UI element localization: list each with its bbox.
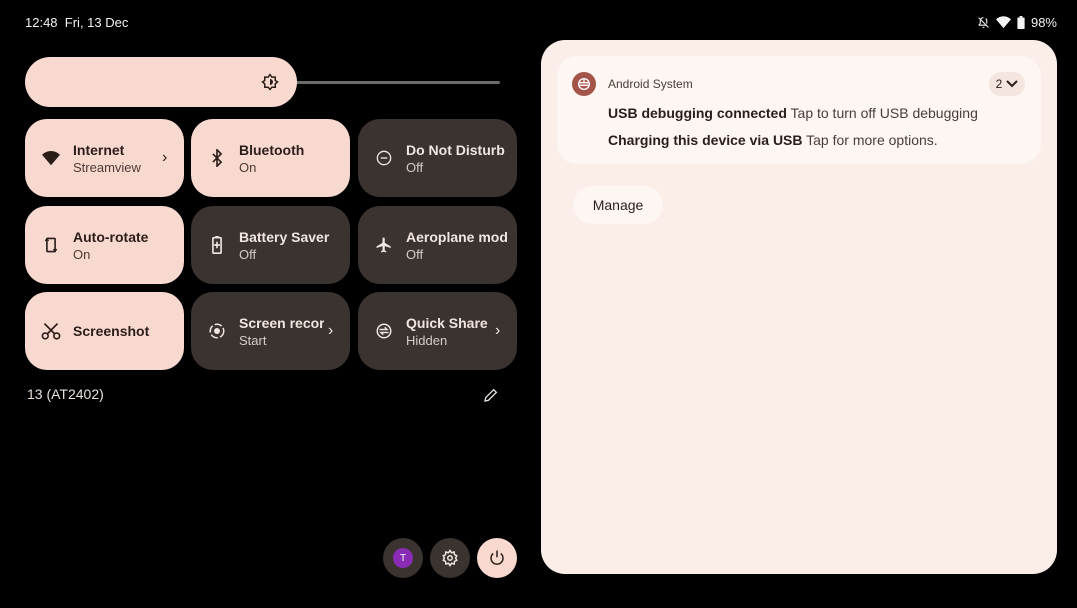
tile-label: Screen record [239, 314, 324, 331]
tile-internet[interactable]: Internet Streamview › [25, 119, 184, 197]
notification-count: 2 [995, 77, 1003, 91]
battery-icon [1017, 16, 1025, 29]
tile-label: Bluetooth [239, 141, 305, 158]
brightness-slider-track[interactable] [290, 81, 500, 84]
notification-card[interactable]: Android System 2 USB debugging connected… [557, 56, 1041, 164]
brightness-icon [261, 73, 279, 91]
tile-label: Auto-rotate [73, 228, 149, 245]
tile-state: Off [406, 246, 424, 262]
notification-line-usb-debugging[interactable]: USB debugging connected Tap to turn off … [608, 105, 978, 121]
rotate-icon [41, 235, 61, 255]
tile-auto-rotate[interactable]: Auto-rotate On [25, 206, 184, 284]
airplane-icon [374, 235, 394, 255]
notification-app-name: Android System [608, 77, 693, 91]
chevron-right-icon: › [328, 322, 334, 339]
tile-screen-record[interactable]: Screen record Start › [191, 292, 350, 370]
bluetooth-icon [207, 148, 227, 168]
notification-text: Tap to turn off USB debugging [790, 105, 978, 121]
gear-icon [442, 549, 458, 567]
tile-screenshot[interactable]: Screenshot [25, 292, 184, 370]
notification-text: Tap for more options. [806, 132, 938, 148]
battery-saver-icon [207, 235, 227, 255]
screen-record-icon [207, 321, 227, 341]
tile-label: Quick Share [406, 314, 488, 331]
notifications-off-icon [978, 17, 989, 28]
tile-state: Hidden [406, 332, 448, 348]
tile-label: Internet [73, 141, 125, 158]
user-switcher-button[interactable]: T [383, 538, 423, 578]
tile-do-not-disturb[interactable]: Do Not Disturb Off [358, 119, 517, 197]
tile-bluetooth[interactable]: Bluetooth On [191, 119, 350, 197]
tile-state: On [239, 159, 257, 175]
wifi-icon [995, 16, 1011, 29]
quick-share-icon [374, 321, 394, 341]
build-number[interactable]: 13 (AT2402) [27, 386, 104, 402]
android-system-icon [572, 72, 596, 96]
tile-state: On [73, 246, 91, 262]
status-date: Fri, 13 Dec [64, 15, 129, 30]
quick-settings-screen: 12:48 Fri, 13 Dec 98% Internet Streamview… [5, 5, 1069, 595]
scissors-icon [41, 321, 61, 341]
tile-aeroplane-mode[interactable]: Aeroplane mode Off [358, 206, 517, 284]
tile-label: Screenshot [73, 323, 150, 339]
tile-state: Off [239, 246, 257, 262]
power-icon [490, 550, 504, 565]
battery-percent: 98% [1030, 15, 1057, 30]
tile-battery-saver[interactable]: Battery Saver Off [191, 206, 350, 284]
avatar: T [393, 548, 413, 568]
do-not-disturb-icon [374, 148, 394, 168]
chevron-down-icon [1006, 80, 1019, 88]
tile-quick-share[interactable]: Quick Share Hidden › [358, 292, 517, 370]
wifi-icon [41, 148, 61, 168]
status-time: 12:48 [25, 15, 58, 30]
notification-title: USB debugging connected [608, 105, 787, 121]
settings-button[interactable] [430, 538, 470, 578]
tile-state: Off [406, 159, 424, 175]
tile-state: Streamview [73, 159, 141, 175]
notification-panel: Android System 2 USB debugging connected… [541, 40, 1057, 574]
chevron-right-icon: › [162, 149, 168, 166]
notification-expand-button[interactable]: 2 [989, 72, 1025, 96]
brightness-slider[interactable] [25, 57, 297, 107]
manage-button[interactable]: Manage [573, 186, 663, 224]
status-icons: 98% [977, 15, 1057, 30]
status-clock: 12:48 Fri, 13 Dec [25, 15, 128, 30]
notification-title: Charging this device via USB [608, 132, 803, 148]
tile-label: Do Not Disturb [406, 141, 505, 158]
tile-label: Battery Saver [239, 228, 330, 245]
tile-state: Start [239, 332, 267, 348]
notification-line-charging[interactable]: Charging this device via USB Tap for mor… [608, 132, 938, 148]
edit-pencil-icon[interactable] [483, 387, 499, 403]
tile-label: Aeroplane mode [406, 228, 507, 245]
chevron-right-icon: › [495, 322, 501, 339]
power-button[interactable] [477, 538, 517, 578]
